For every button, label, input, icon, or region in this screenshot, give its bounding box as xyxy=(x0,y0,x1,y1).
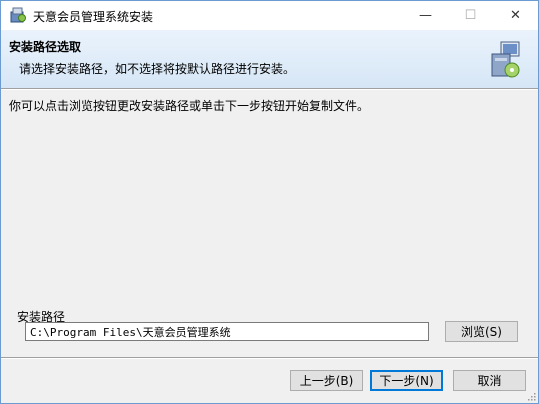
maximize-button[interactable]: ☐ xyxy=(448,1,493,30)
maximize-icon: ☐ xyxy=(464,8,477,23)
installer-window: 天意会员管理系统安装 — ☐ ✕ 安装路径选取 请选择安装路径，如不选择将按默认… xyxy=(0,0,539,404)
minimize-icon: — xyxy=(419,8,432,23)
close-icon: ✕ xyxy=(510,8,521,23)
window-title: 天意会员管理系统安装 xyxy=(33,10,154,24)
wizard-header: 安装路径选取 请选择安装路径，如不选择将按默认路径进行安装。 xyxy=(1,30,538,88)
next-button[interactable]: 下一步(N) xyxy=(370,370,443,391)
header-subtitle: 请选择安装路径，如不选择将按默认路径进行安装。 xyxy=(19,62,296,76)
footer-divider xyxy=(1,357,538,359)
title-bar[interactable]: 天意会员管理系统安装 — ☐ ✕ xyxy=(1,1,538,30)
minimize-button[interactable]: — xyxy=(403,1,448,30)
resize-grip-icon[interactable] xyxy=(526,391,536,401)
cancel-button[interactable]: 取消 xyxy=(453,370,526,391)
previous-button[interactable]: 上一步(B) xyxy=(290,370,363,391)
header-divider xyxy=(1,88,538,90)
install-path-input[interactable]: C:\Program Files\天意会员管理系统 xyxy=(25,322,429,341)
installer-app-icon xyxy=(10,7,26,23)
setup-computer-icon xyxy=(491,41,520,78)
browse-button[interactable]: 浏览(S) xyxy=(445,321,518,342)
instruction-text: 你可以点击浏览按钮更改安装路径或单击下一步按钮开始复制文件。 xyxy=(9,99,370,113)
close-button[interactable]: ✕ xyxy=(493,1,538,30)
header-title: 安装路径选取 xyxy=(9,40,82,54)
